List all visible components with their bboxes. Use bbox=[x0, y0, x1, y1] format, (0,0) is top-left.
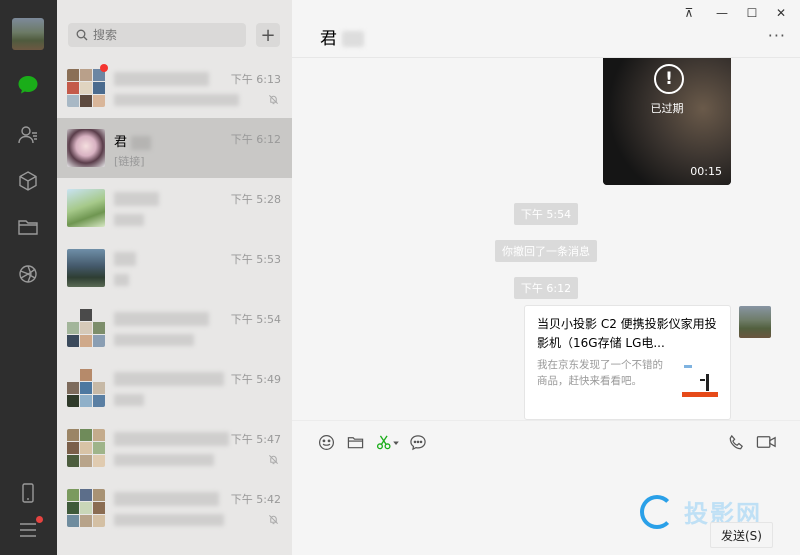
video-call-icon[interactable] bbox=[755, 432, 777, 452]
session-preview bbox=[114, 213, 144, 226]
session-item-selected[interactable]: 君 [链接] 下午 6:12 bbox=[57, 118, 292, 178]
session-list-panel: + 下午 6:13 君 [链接] 下午 6:12 下午 5:28 bbox=[57, 0, 292, 555]
session-item[interactable]: 下午 5:47 bbox=[57, 418, 292, 478]
group-avatar bbox=[67, 309, 105, 347]
contacts-icon[interactable] bbox=[16, 123, 40, 147]
mute-icon bbox=[269, 455, 278, 465]
session-time: 下午 5:42 bbox=[230, 493, 281, 506]
search-box[interactable] bbox=[68, 23, 246, 47]
chat-header: 君 ⊼ — ☐ ✕ ··· bbox=[292, 0, 800, 58]
session-item[interactable]: 下午 5:28 bbox=[57, 178, 292, 238]
session-time: 下午 5:47 bbox=[230, 433, 281, 446]
group-avatar bbox=[67, 69, 105, 107]
maximize-button[interactable]: ☐ bbox=[742, 4, 762, 22]
session-name bbox=[114, 491, 219, 506]
contact-avatar bbox=[67, 129, 105, 167]
system-timestamp: 下午 5:54 bbox=[292, 203, 800, 225]
link-card-thumbnail bbox=[680, 361, 720, 401]
minimize-button[interactable]: — bbox=[712, 4, 732, 22]
watermark-ring-icon bbox=[640, 494, 674, 529]
video-message[interactable]: ! 已过期 00:15 bbox=[603, 58, 731, 185]
menu-notification-dot bbox=[36, 516, 43, 523]
session-item[interactable]: 下午 5:54 bbox=[57, 298, 292, 358]
session-name bbox=[114, 71, 209, 86]
my-message-avatar[interactable] bbox=[739, 306, 771, 338]
emoji-icon[interactable] bbox=[316, 432, 336, 452]
moments-icon[interactable] bbox=[16, 262, 40, 286]
session-preview bbox=[114, 93, 239, 106]
link-card-description: 我在京东发现了一个不错的商品，赶快来看看吧。 bbox=[537, 359, 663, 387]
session-name bbox=[114, 431, 229, 446]
exclamation-icon: ! bbox=[654, 64, 684, 94]
session-list: 下午 6:13 君 [链接] 下午 6:12 下午 5:28 下午 5:53 下… bbox=[57, 58, 292, 538]
session-name bbox=[114, 371, 224, 386]
session-time: 下午 6:13 bbox=[230, 73, 281, 86]
chat-panel: 君 ⊼ — ☐ ✕ ··· ! 已过期 00:15 下午 5:54 你撤回了一条… bbox=[292, 0, 800, 555]
link-card-message[interactable]: 当贝小投影 C2 便携投影仪家用投影机（16G存储 LG电... 我在京东发现了… bbox=[524, 305, 731, 420]
mute-icon bbox=[269, 515, 278, 525]
pin-button[interactable]: ⊼ bbox=[679, 4, 699, 22]
system-timestamp: 下午 6:12 bbox=[292, 277, 800, 299]
session-time: 下午 5:49 bbox=[230, 373, 281, 386]
folder-send-icon[interactable] bbox=[345, 432, 365, 452]
session-preview bbox=[114, 513, 224, 526]
session-time: 下午 5:28 bbox=[230, 193, 281, 206]
voice-call-icon[interactable] bbox=[726, 432, 746, 452]
nav-rail bbox=[0, 0, 57, 555]
input-area: 投影网 发送(S) bbox=[292, 420, 800, 555]
send-button[interactable]: 发送(S) bbox=[710, 522, 773, 548]
session-name bbox=[114, 251, 136, 266]
close-button[interactable]: ✕ bbox=[771, 4, 791, 22]
contact-avatar bbox=[67, 189, 105, 227]
folder-icon[interactable] bbox=[16, 215, 40, 239]
mini-program-cube-icon[interactable] bbox=[16, 169, 40, 193]
chat-title: 君 bbox=[320, 24, 365, 49]
session-preview: [链接] bbox=[114, 155, 145, 168]
group-avatar bbox=[67, 489, 105, 527]
video-expired-label: 已过期 bbox=[650, 102, 684, 115]
session-name bbox=[114, 191, 159, 206]
session-time: 下午 5:53 bbox=[230, 253, 281, 266]
contact-avatar bbox=[67, 249, 105, 287]
session-item[interactable]: 下午 5:42 bbox=[57, 478, 292, 538]
search-icon bbox=[76, 29, 88, 41]
session-preview bbox=[114, 273, 129, 286]
chat-nav-icon[interactable] bbox=[16, 73, 40, 97]
screenshot-scissors-icon[interactable] bbox=[375, 432, 401, 452]
search-input[interactable] bbox=[93, 28, 233, 42]
group-avatar bbox=[67, 369, 105, 407]
menu-icon[interactable] bbox=[16, 516, 43, 542]
session-name: 君 bbox=[114, 131, 152, 150]
session-time: 下午 6:12 bbox=[230, 133, 281, 146]
session-item[interactable]: 下午 5:49 bbox=[57, 358, 292, 418]
phone-icon[interactable] bbox=[16, 481, 40, 505]
session-item[interactable]: 下午 6:13 bbox=[57, 58, 292, 118]
system-recall-notice: 你撤回了一条消息 bbox=[292, 240, 800, 262]
mute-icon bbox=[269, 95, 278, 105]
chat-history-icon[interactable] bbox=[408, 432, 428, 452]
session-time: 下午 5:54 bbox=[230, 313, 281, 326]
more-options-button[interactable]: ··· bbox=[768, 26, 786, 45]
session-preview bbox=[114, 333, 194, 346]
video-duration: 00:15 bbox=[690, 165, 722, 178]
unread-badge bbox=[100, 64, 108, 72]
add-chat-button[interactable]: + bbox=[256, 23, 280, 47]
session-item[interactable]: 下午 5:53 bbox=[57, 238, 292, 298]
session-name bbox=[114, 311, 209, 326]
session-preview bbox=[114, 393, 144, 406]
group-avatar bbox=[67, 429, 105, 467]
message-list: ! 已过期 00:15 下午 5:54 你撤回了一条消息 下午 6:12 当贝小… bbox=[292, 58, 800, 420]
link-card-title: 当贝小投影 C2 便携投影仪家用投影机（16G存储 LG电... bbox=[537, 317, 717, 350]
my-avatar[interactable] bbox=[12, 18, 44, 50]
session-preview bbox=[114, 453, 214, 466]
